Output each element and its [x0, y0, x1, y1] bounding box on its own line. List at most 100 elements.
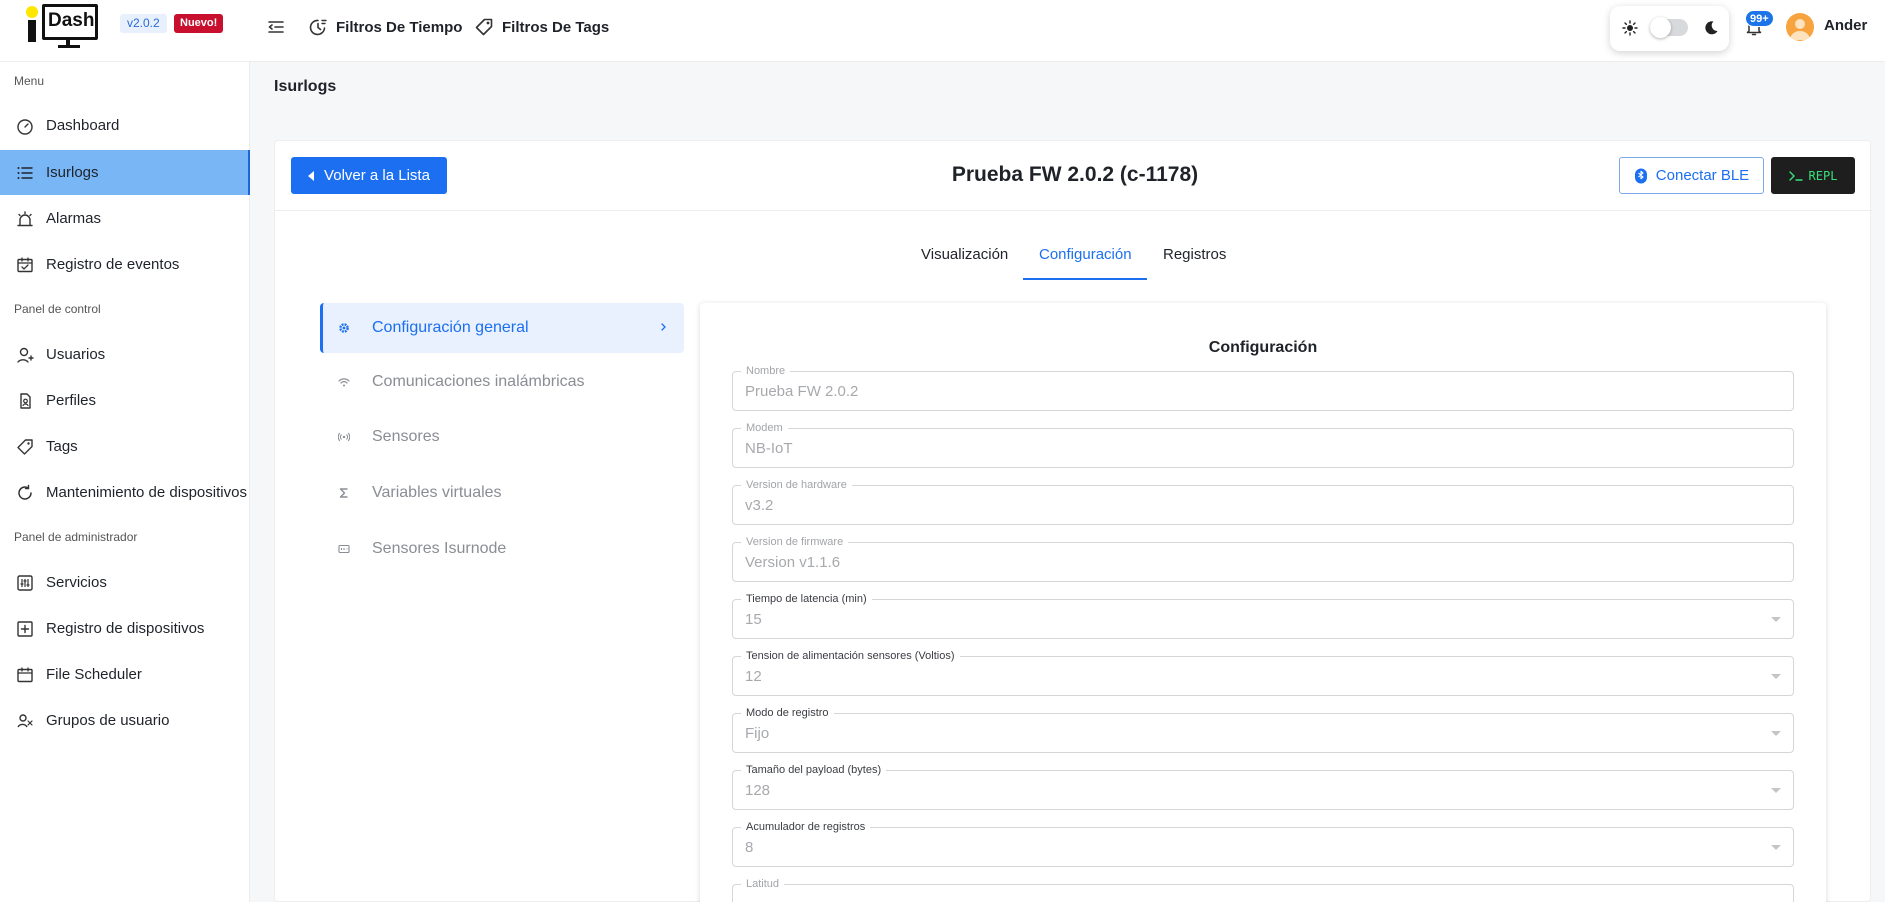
config-nav-sensores[interactable]: Sensores [320, 412, 684, 462]
acumulador-select[interactable]: Acumulador de registros 8 [732, 820, 1794, 867]
terminal-icon [1788, 170, 1803, 181]
sidebar-item-file-scheduler[interactable]: File Scheduler [0, 652, 250, 697]
back-button-label: Volver a la Lista [324, 167, 430, 184]
theme-toggle[interactable] [1650, 17, 1688, 38]
tag-filter-button[interactable]: Filtros De Tags [474, 16, 609, 38]
time-filter-button[interactable]: Filtros De Tiempo [308, 16, 462, 38]
tab-configuracion[interactable]: Configuración [1039, 246, 1132, 263]
caret-left-icon [308, 170, 315, 181]
avatar[interactable] [1786, 13, 1814, 41]
sidebar-item-mantenimiento[interactable]: Mantenimiento de dispositivos [0, 470, 250, 515]
tension-select[interactable]: Tension de alimentación sensores (Voltio… [732, 649, 1794, 696]
refresh-icon [18, 484, 32, 500]
sidebar-item-label: Servicios [46, 574, 107, 591]
gear-icon [339, 323, 349, 333]
clock-filter-icon [309, 19, 327, 36]
config-nav-wireless[interactable]: Comunicaciones inalámbricas [320, 357, 684, 407]
sidebar: Menu Dashboard Isurlogs Alarmas Registro… [0, 62, 250, 902]
firmware-version-field[interactable]: Version de firmware Version v1.1.6 [732, 535, 1794, 582]
sidebar-item-registro-eventos[interactable]: Registro de eventos [0, 242, 250, 287]
sidebar-item-servicios[interactable]: Servicios [0, 560, 250, 605]
field-label: Modo de registro [741, 706, 834, 720]
dropdown-caret-icon [1771, 674, 1781, 679]
sidebar-item-dashboard[interactable]: Dashboard [0, 103, 250, 148]
calendar-icon [17, 666, 33, 682]
field-value: 128 [745, 782, 771, 799]
field-value: 12 [745, 668, 762, 685]
active-tab-indicator [1023, 278, 1147, 280]
modem-field[interactable]: Modem NB-IoT [732, 421, 1794, 468]
sidebar-item-label: Usuarios [46, 346, 106, 363]
form-title: Configuración [1208, 339, 1318, 356]
device-title: Prueba FW 2.0.2 (c-1178) [951, 163, 1199, 186]
sidebar-item-label: Perfiles [46, 392, 97, 409]
chevron-right-icon [661, 323, 666, 331]
users-group-icon [17, 713, 33, 727]
config-form: Configuración Nombre Prueba FW 2.0.2 Mod… [700, 303, 1826, 902]
sidebar-item-isurlogs[interactable]: Isurlogs [0, 150, 250, 195]
sidebar-item-perfiles[interactable]: Perfiles [0, 378, 250, 423]
add-box-icon [17, 620, 33, 637]
ble-button-label: Conectar BLE [1655, 167, 1750, 184]
config-nav-variables-virtuales[interactable]: Variables virtuales [320, 468, 684, 518]
user-icon [17, 347, 34, 363]
sidebar-item-tags[interactable]: Tags [0, 424, 250, 469]
config-nav-label: Configuración general [372, 319, 529, 336]
nombre-field[interactable]: Nombre Prueba FW 2.0.2 [732, 364, 1794, 411]
tab-visualizacion[interactable]: Visualización [921, 246, 1008, 263]
latencia-select[interactable]: Tiempo de latencia (min) 15 [732, 592, 1794, 639]
field-label: Tension de alimentación sensores (Voltio… [741, 649, 960, 663]
sidebar-item-grupos-usuario[interactable]: Grupos de usuario [0, 698, 250, 743]
sidebar-item-label: File Scheduler [46, 666, 142, 683]
config-nav-isurnode[interactable]: Sensores Isurnode [320, 524, 684, 574]
sidebar-item-label: Grupos de usuario [46, 712, 170, 729]
tabs: Visualización Configuración Registros [275, 211, 1872, 281]
sidebar-item-label: Isurlogs [46, 164, 99, 181]
field-label: Version de firmware [741, 535, 849, 549]
connect-ble-button[interactable]: Conectar BLE [1619, 157, 1764, 194]
logo-base [58, 45, 80, 48]
config-nav-label: Sensores Isurnode [372, 540, 507, 557]
field-value: v3.2 [745, 497, 774, 514]
tab-registros[interactable]: Registros [1163, 246, 1226, 263]
services-icon [17, 574, 33, 591]
sidebar-section-control: Panel de control [14, 302, 101, 316]
latitud-field[interactable]: Latitud [732, 877, 1794, 902]
sidebar-section-menu: Menu [14, 74, 45, 88]
sidebar-section-admin: Panel de administrador [14, 530, 138, 544]
tag-icon [17, 438, 33, 455]
page-title: Isurlogs [274, 78, 337, 95]
idash-logo[interactable]: Dash [24, 2, 102, 48]
config-nav-general[interactable]: Configuración general [320, 303, 684, 353]
sidebar-item-alarmas[interactable]: Alarmas [0, 196, 250, 241]
sidebar-item-usuarios[interactable]: Usuarios [0, 332, 250, 377]
user-name[interactable]: Ander [1824, 17, 1867, 34]
logo-bulb [26, 6, 38, 18]
calendar-events-icon [17, 256, 33, 272]
field-label: Modem [741, 421, 788, 435]
config-nav-label: Variables virtuales [372, 484, 502, 501]
sidebar-item-label: Tags [46, 438, 78, 455]
sidebar-item-label: Registro de eventos [46, 256, 180, 273]
menu-collapse-icon[interactable] [266, 17, 286, 37]
field-label: Version de hardware [741, 478, 852, 492]
payload-select[interactable]: Tamaño del payload (bytes) 128 [732, 763, 1794, 810]
repl-button[interactable]: REPL [1771, 157, 1855, 194]
tag-icon [475, 18, 493, 36]
field-value: Fijo [745, 725, 770, 742]
dropdown-caret-icon [1771, 788, 1781, 793]
list-icon [17, 166, 33, 179]
dropdown-caret-icon [1771, 617, 1781, 622]
sidebar-item-registro-dispositivos[interactable]: Registro de dispositivos [0, 606, 250, 651]
notification-count-badge: 99+ [1745, 10, 1774, 27]
node-icon [338, 544, 350, 554]
top-bar: Dash v2.0.2 Nuevo! Filtros De Tiempo Fil… [0, 0, 1885, 62]
sidebar-item-label: Mantenimiento de dispositivos [46, 484, 247, 501]
hardware-version-field[interactable]: Version de hardware v3.2 [732, 478, 1794, 525]
wifi-icon [338, 378, 350, 387]
modo-registro-select[interactable]: Modo de registro Fijo [732, 706, 1794, 753]
back-to-list-button[interactable]: Volver a la Lista [291, 157, 447, 194]
moon-icon [1705, 21, 1718, 35]
theme-switcher [1610, 6, 1729, 51]
config-nav-label: Sensores [372, 428, 440, 445]
